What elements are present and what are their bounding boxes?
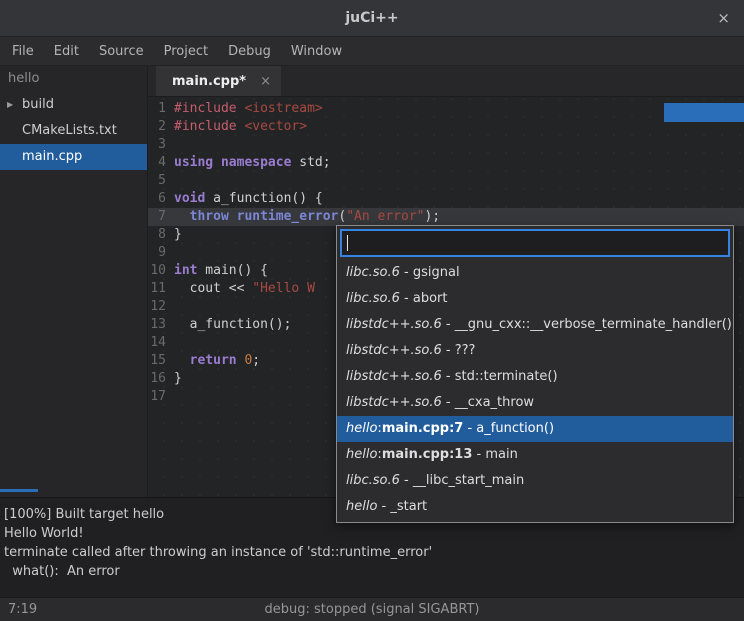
backtrace-item[interactable]: hello:main.cpp:13 - main [337, 442, 733, 468]
backtrace-item[interactable]: libstdc++.so.6 - __cxa_throw [337, 390, 733, 416]
code-text: using namespace std; [174, 154, 331, 172]
code-text: void a_function() { [174, 190, 323, 208]
window-title: juCi++ [345, 10, 398, 26]
code-text: } [174, 226, 182, 244]
tree-item-label: main.cpp [22, 149, 82, 164]
file-tree: ▶ build CMakeLists.txt main.cpp [0, 92, 147, 170]
line-number: 11 [148, 280, 166, 298]
tab-main-cpp[interactable]: main.cpp* × [156, 66, 281, 96]
output-line: what(): An error [4, 562, 740, 581]
line-number: 6 [148, 190, 166, 208]
tab-label: main.cpp* [172, 74, 246, 89]
code-line: 1 #include <iostream> [148, 100, 744, 118]
menu-project[interactable]: Project [154, 37, 218, 65]
tab-bar: main.cpp* × [148, 66, 744, 97]
sidebar: hello ▶ build CMakeLists.txt main.cpp [0, 66, 148, 497]
backtrace-item[interactable]: libc.so.6 - gsignal [337, 260, 733, 286]
code-text: #include <iostream> [174, 100, 323, 118]
line-number: 13 [148, 316, 166, 334]
code-text: return 0; [174, 352, 260, 370]
code-line: 4 using namespace std; [148, 154, 744, 172]
line-number: 1 [148, 100, 166, 118]
backtrace-search-input[interactable] [340, 229, 730, 257]
line-number: 15 [148, 352, 166, 370]
tree-item-label: CMakeLists.txt [22, 123, 117, 138]
code-text: int main() { [174, 262, 268, 280]
backtrace-item[interactable]: libc.so.6 - __libc_start_main [337, 468, 733, 494]
tree-item-cmakelists-txt[interactable]: CMakeLists.txt [0, 118, 147, 144]
output-line: terminate called after throwing an insta… [4, 543, 740, 562]
line-number: 4 [148, 154, 166, 172]
tree-item-label: build [22, 97, 54, 112]
menu-edit[interactable]: Edit [44, 37, 89, 65]
code-line: 5 [148, 172, 744, 190]
backtrace-item[interactable]: libstdc++.so.6 - std::terminate() [337, 364, 733, 390]
code-line: 2 #include <vector> [148, 118, 744, 136]
code-text: #include <vector> [174, 118, 307, 136]
window-close-icon[interactable]: × [717, 9, 730, 27]
menu-window[interactable]: Window [281, 37, 352, 65]
backtrace-item[interactable]: libc.so.6 - abort [337, 286, 733, 312]
line-number: 16 [148, 370, 166, 388]
code-text: throw runtime_error("An error"); [174, 208, 440, 226]
menu-debug[interactable]: Debug [218, 37, 281, 65]
output-line: Hello World! [4, 524, 740, 543]
line-number: 14 [148, 334, 166, 352]
line-number: 17 [148, 388, 166, 406]
tree-item-main-cpp[interactable]: main.cpp [0, 144, 147, 170]
backtrace-item[interactable]: libstdc++.so.6 - ??? [337, 338, 733, 364]
code-line: 3 [148, 136, 744, 154]
menu-source[interactable]: Source [89, 37, 154, 65]
code-line: 6 void a_function() { [148, 190, 744, 208]
backtrace-item[interactable]: hello:main.cpp:7 - a_function() [337, 416, 733, 442]
tab-close-icon[interactable]: × [260, 74, 271, 89]
line-number: 3 [148, 136, 166, 154]
editor-scrollbar-thumb[interactable] [664, 103, 744, 122]
code-text: } [174, 370, 182, 388]
code-text: a_function(); [174, 316, 291, 334]
backtrace-popup: libc.so.6 - gsignallibc.so.6 - abortlibs… [336, 225, 734, 523]
project-name: hello [0, 66, 147, 92]
backtrace-list: libc.so.6 - gsignallibc.so.6 - abortlibs… [337, 260, 733, 522]
line-number: 5 [148, 172, 166, 190]
debug-status: debug: stopped (signal SIGABRT) [0, 598, 744, 621]
sidebar-scrollbar-thumb[interactable] [0, 489, 38, 492]
line-number: 7 [148, 208, 166, 226]
menu-bar: FileEditSourceProjectDebugWindow [0, 37, 744, 66]
line-number: 12 [148, 298, 166, 316]
backtrace-item[interactable]: libstdc++.so.6 - __gnu_cxx::__verbose_te… [337, 312, 733, 338]
code-text: cout << "Hello W [174, 280, 315, 298]
line-number: 9 [148, 244, 166, 262]
menu-file[interactable]: File [2, 37, 44, 65]
text-caret [347, 235, 348, 251]
status-bar: 7:19 debug: stopped (signal SIGABRT) [0, 597, 744, 621]
backtrace-item[interactable]: hello - _start [337, 494, 733, 520]
line-number: 2 [148, 118, 166, 136]
line-number: 8 [148, 226, 166, 244]
expander-icon[interactable]: ▶ [7, 92, 13, 118]
title-bar: juCi++ × [0, 0, 744, 37]
tree-item-build[interactable]: ▶ build [0, 92, 147, 118]
line-number: 10 [148, 262, 166, 280]
code-line: 7 throw runtime_error("An error"); [148, 208, 744, 226]
